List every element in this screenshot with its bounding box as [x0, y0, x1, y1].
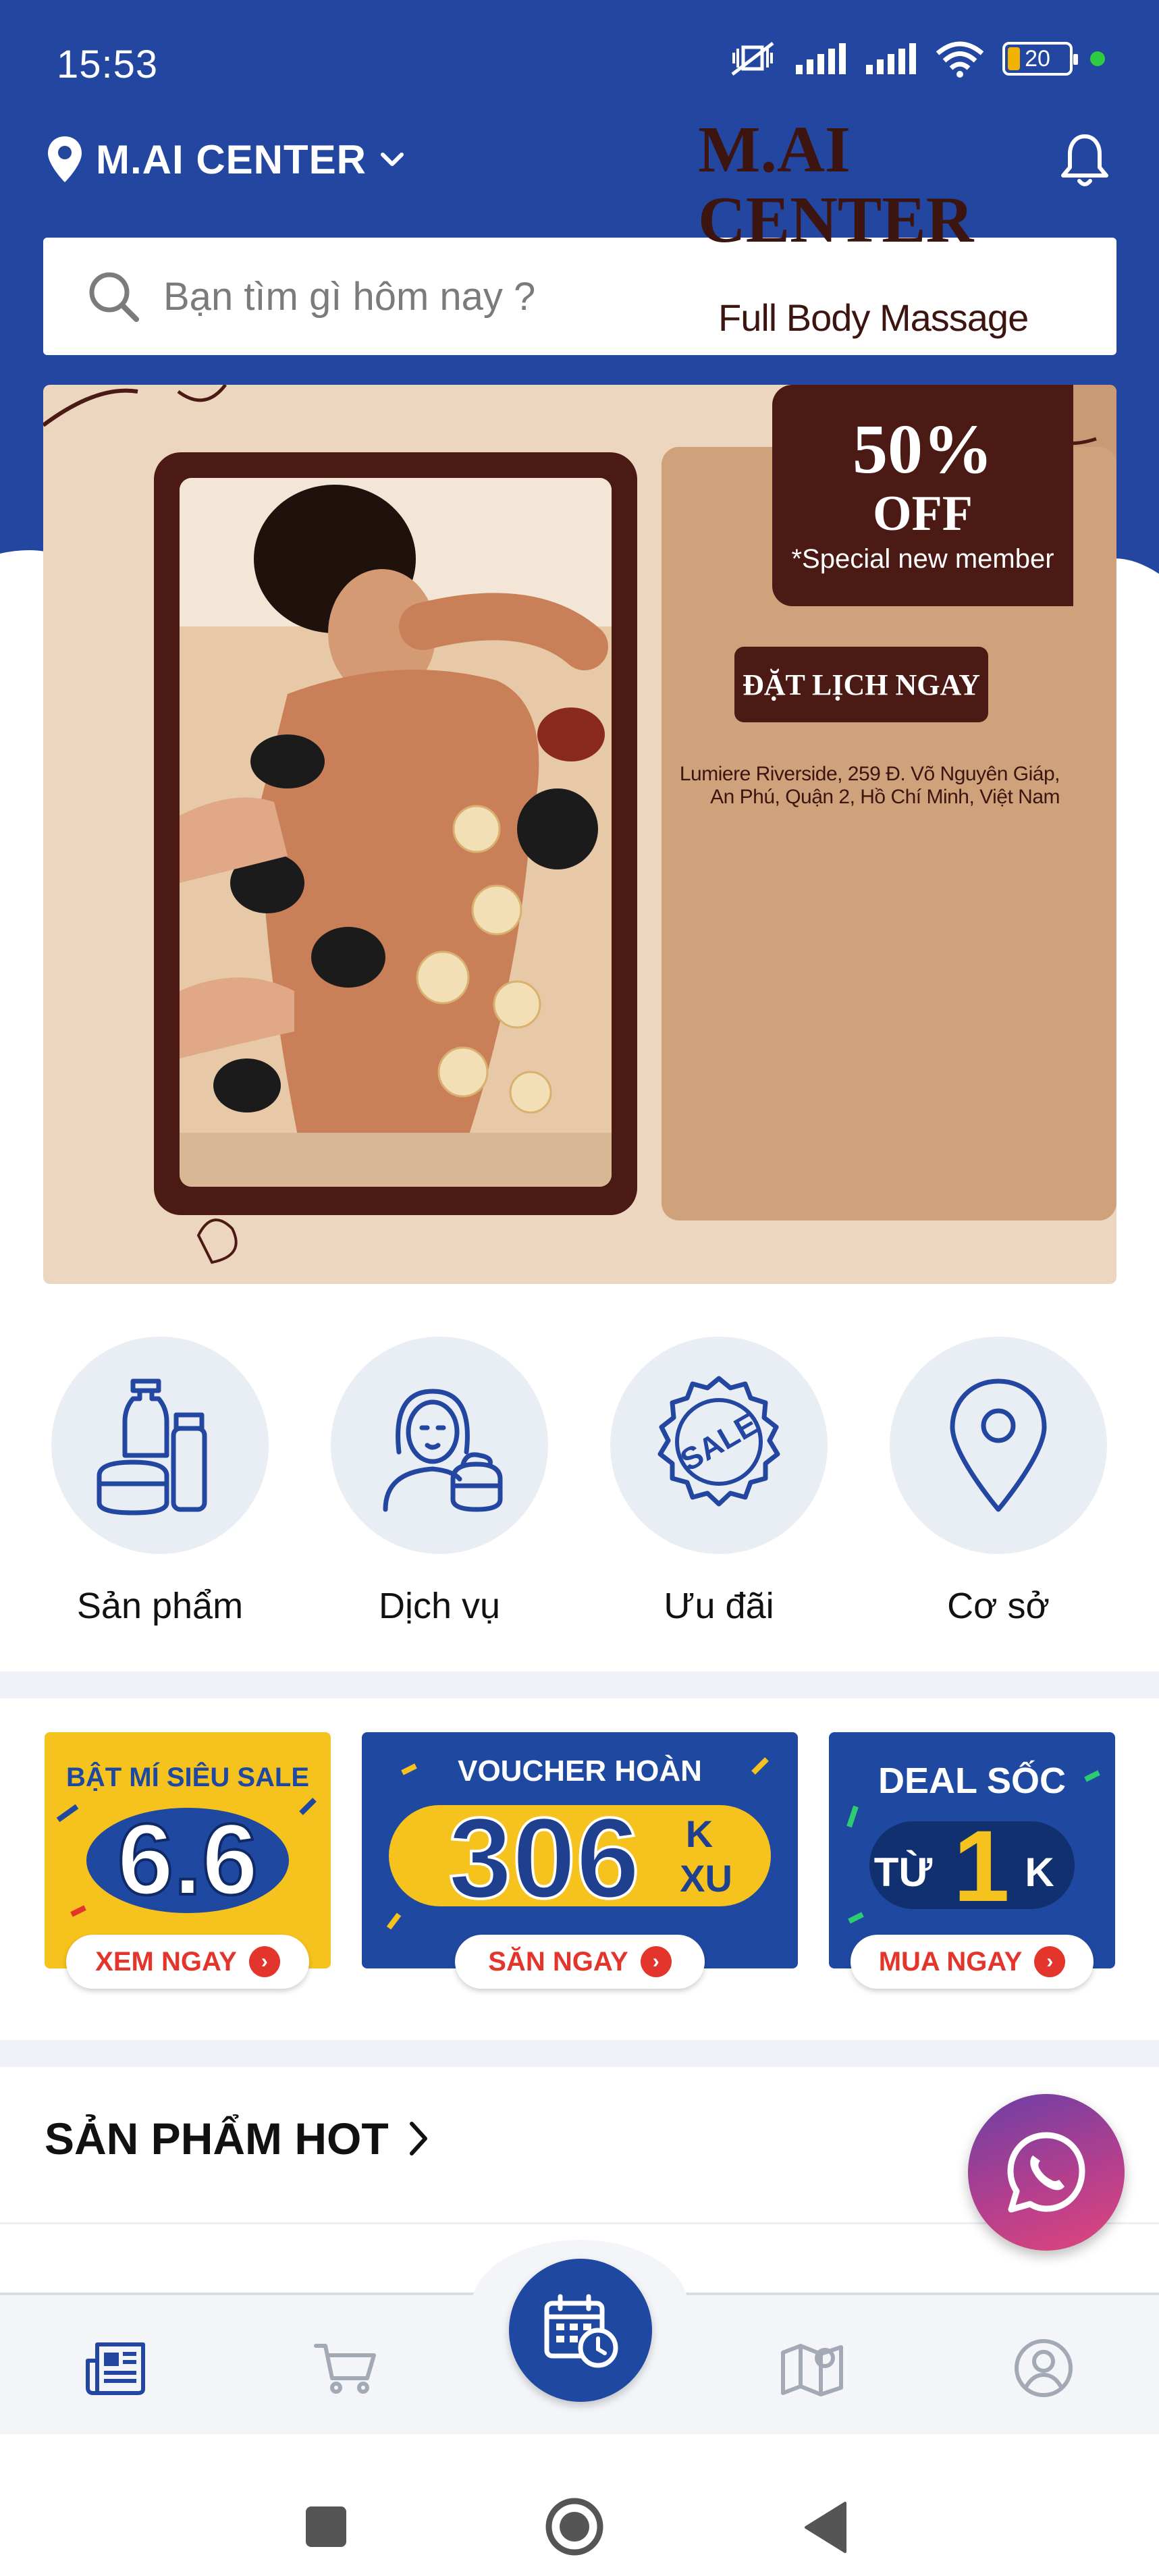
promo-prefix-text: TỪ [874, 1850, 933, 1895]
sale-badge-icon: SALE [657, 1376, 780, 1507]
category-label: Ưu đãi [664, 1586, 774, 1626]
promo-deal-art: DEAL SỐC TỪ 1 K [846, 1761, 1100, 1924]
banner-subtitle: Full Body Massage [718, 296, 1029, 339]
discount-off-label: OFF [873, 486, 973, 541]
search-placeholder: Bạn tìm gì hôm nay ? [163, 274, 536, 319]
nav-account[interactable] [1011, 2336, 1076, 2400]
home-icon[interactable] [544, 2496, 605, 2557]
promo-top-text: DEAL SỐC [878, 1761, 1066, 1801]
map-pin-icon [950, 1378, 1047, 1512]
signal-icon [796, 43, 846, 74]
promo-big-text: 6.6 [117, 1802, 259, 1916]
hot-products-header[interactable]: SẢN PHẨM HOT [45, 2113, 431, 2164]
promo-sup-text: K [686, 1813, 713, 1855]
promo-cta[interactable]: SĂN NGAY › [455, 1935, 705, 1989]
battery-level: 20 [1025, 45, 1050, 72]
promo-card-bg: DEAL SỐC TỪ 1 K [829, 1732, 1115, 1968]
privacy-indicator-dot [1090, 51, 1105, 66]
photo-frame [154, 452, 637, 1215]
system-navigation-bar [0, 2434, 1159, 2576]
chevron-right-icon: › [248, 1946, 280, 1977]
woman-skincare-icon [383, 1389, 503, 1512]
category-label: Cơ sở [947, 1586, 1050, 1626]
location-selector[interactable]: M.AI CENTER [46, 135, 406, 184]
hot-products-title: SẢN PHẨM HOT [45, 2114, 389, 2164]
status-time: 15:53 [57, 43, 159, 86]
promo-big-text: 306 [448, 1794, 640, 1923]
category-products[interactable]: Sản phẩm [51, 1337, 269, 1627]
battery-icon: 20 [1002, 42, 1078, 76]
category-icon-circle [331, 1337, 548, 1554]
map-icon [781, 2344, 843, 2396]
promo-cta[interactable]: MUA NGAY › [851, 1935, 1094, 1989]
book-now-button[interactable]: ĐẶT LỊCH NGAY [734, 647, 988, 722]
location-pin-icon [48, 136, 82, 182]
discount-note: *Special new member [791, 544, 1054, 574]
promo-top-text: VOUCHER HOÀN [458, 1754, 702, 1788]
chevron-down-icon [381, 153, 404, 166]
section-divider [0, 1671, 1159, 1698]
mute-vibrate-icon [731, 42, 774, 76]
status-icons: 20 [728, 39, 1105, 78]
recent-apps-icon[interactable] [304, 2504, 348, 2549]
discount-badge: 50% OFF *Special new member [772, 385, 1073, 606]
cart-icon [314, 2344, 376, 2394]
cosmetics-icon [97, 1378, 207, 1515]
promo-voucher-art: VOUCHER HOÀN 306 K XU [386, 1754, 771, 1930]
user-circle-icon [1015, 2339, 1073, 2397]
newspaper-icon [86, 2342, 145, 2395]
back-icon[interactable] [803, 2500, 848, 2554]
promo-card-bg: BẬT MÍ SIÊU SALE 6.6 [45, 1732, 331, 1968]
discount-percent: 50% [853, 410, 993, 488]
whatsapp-icon [1007, 2132, 1085, 2213]
nav-news[interactable] [84, 2336, 149, 2400]
address-line2: An Phú, Quận 2, Hồ Chí Minh, Việt Nam [710, 786, 1060, 808]
search-icon [89, 272, 139, 322]
nav-map[interactable] [780, 2336, 845, 2400]
promo-big-text: 1 [953, 1809, 1009, 1923]
section-divider [0, 2040, 1159, 2067]
nav-cart[interactable] [313, 2336, 378, 2400]
category-icon-circle: SALE [610, 1337, 828, 1554]
signal-icon-2 [866, 43, 916, 74]
address-line1: Lumiere Riverside, 259 Đ. Võ Nguyên Giáp… [679, 763, 1060, 785]
chevron-right-icon [409, 2122, 427, 2155]
promo-cta-label: SĂN NGAY [488, 1946, 628, 1977]
promo-cta-label: MUA NGAY [878, 1946, 1023, 1977]
category-icon-circle [51, 1337, 269, 1554]
promo-cta[interactable]: XEM NGAY › [66, 1935, 309, 1989]
category-label: Sản phẩm [76, 1586, 244, 1626]
category-icon-circle [890, 1337, 1107, 1554]
notification-bell-icon[interactable] [1058, 132, 1112, 189]
massage-illustration [180, 478, 612, 1187]
promo-suffix-text: K [1025, 1850, 1054, 1895]
category-offers[interactable]: SALE Ưu đãi [610, 1337, 828, 1627]
chevron-right-icon: › [640, 1946, 672, 1977]
banner-address: Lumiere Riverside, 259 Đ. Võ Nguyên Giáp… [668, 763, 1060, 809]
banner-brand-line1: M.AI [698, 113, 851, 186]
promo-top-text: BẬT MÍ SIÊU SALE [66, 1761, 309, 1792]
chevron-right-icon: › [1034, 1946, 1066, 1977]
wifi-icon [936, 41, 984, 78]
promo-card-bg: VOUCHER HOÀN 306 K XU [362, 1732, 798, 1968]
location-name: M.AI CENTER [96, 136, 367, 182]
whatsapp-chat-button[interactable] [968, 2094, 1125, 2251]
promo-card-flash-sale[interactable]: BẬT MÍ SIÊU SALE 6.6 XEM NGAY › [45, 1732, 331, 2000]
banner-brand: M.AI CENTER [698, 115, 973, 255]
promo-flash-sale-art: BẬT MÍ SIÊU SALE 6.6 [56, 1761, 317, 1917]
booking-fab[interactable] [509, 2259, 652, 2402]
promo-card-voucher[interactable]: VOUCHER HOÀN 306 K XU SĂN NGAY › [362, 1732, 798, 2000]
banner-brand-line2: CENTER [698, 184, 974, 257]
promo-sub-text: XU [680, 1857, 732, 1900]
category-services[interactable]: Dịch vụ [331, 1337, 548, 1627]
app-screen: 15:53 20 M.AI CENTER Bạn tìm gì hôm nay … [0, 0, 1159, 2576]
category-label: Dịch vụ [378, 1586, 501, 1626]
section-divider-line [0, 2222, 1159, 2224]
category-locations[interactable]: Cơ sở [890, 1337, 1107, 1627]
calendar-clock-icon [544, 2294, 618, 2368]
massage-photo [180, 478, 612, 1187]
promo-cta-label: XEM NGAY [95, 1946, 237, 1977]
promo-card-deal[interactable]: DEAL SỐC TỪ 1 K MUA NGAY › [829, 1732, 1115, 2000]
